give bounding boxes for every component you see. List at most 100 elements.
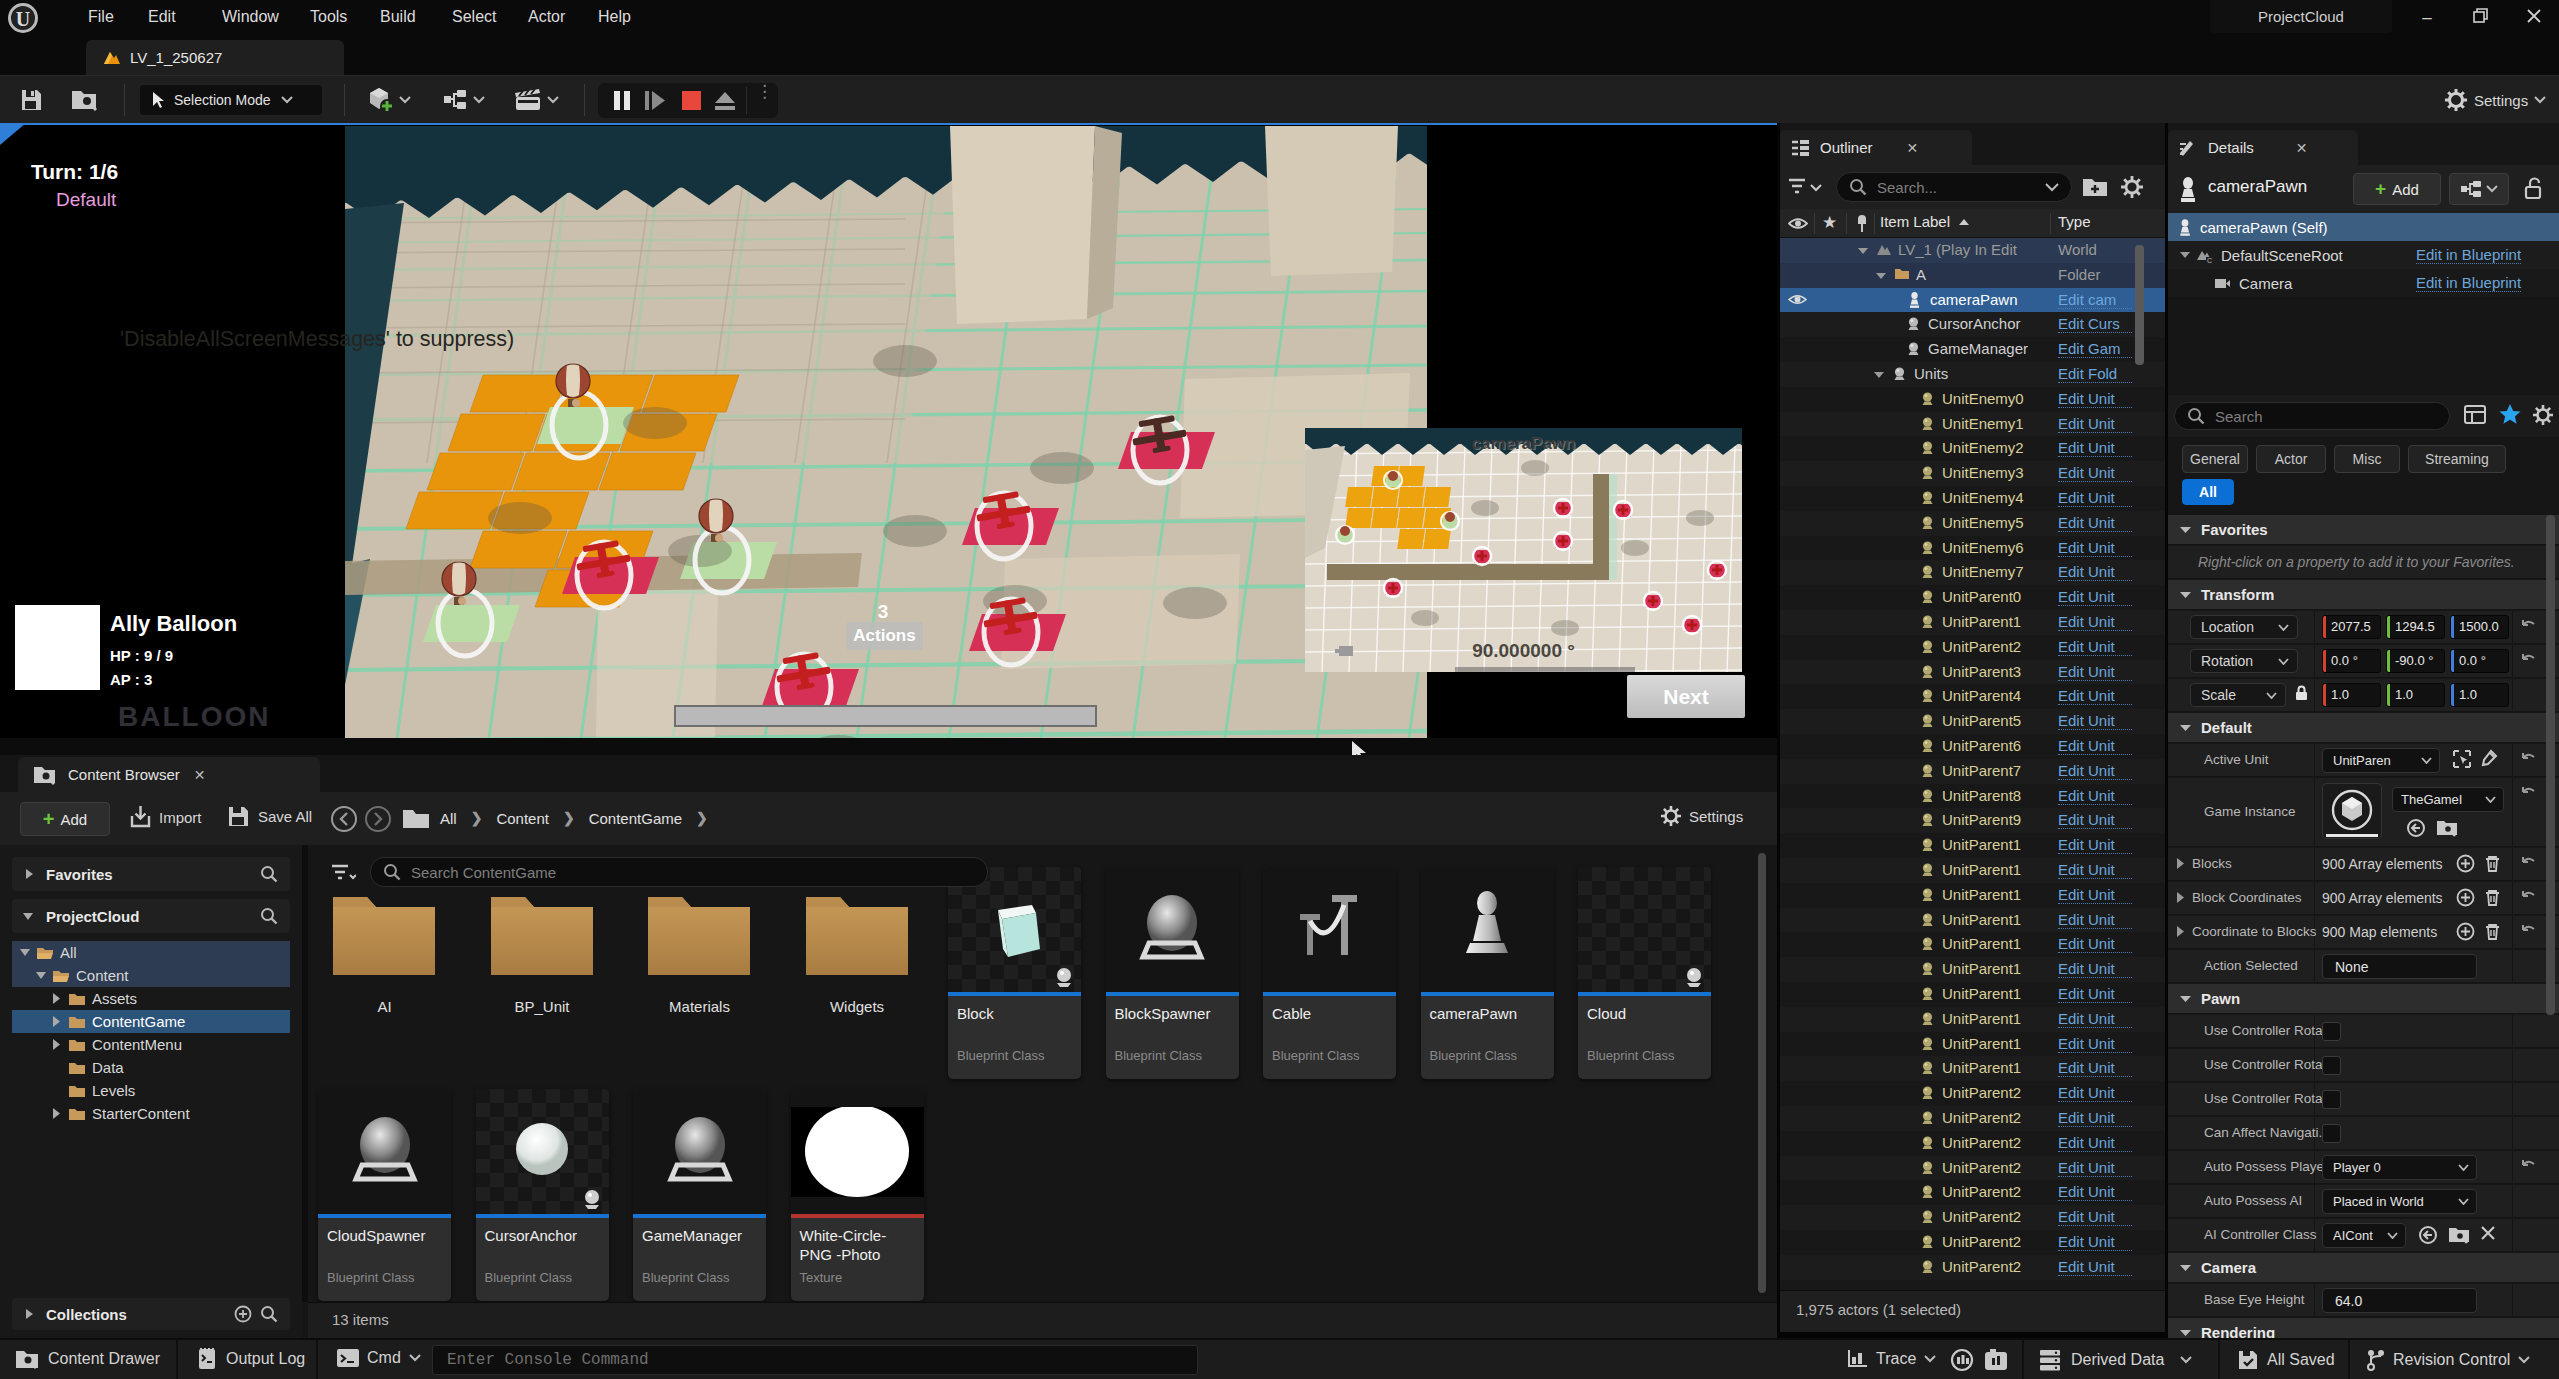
reset-to-default-icon[interactable]	[2520, 855, 2537, 870]
edit-blueprint-link[interactable]: Edit Unit	[2058, 1208, 2132, 1226]
snapshot-icon[interactable]	[1984, 1348, 2010, 1372]
section-header-default[interactable]: Default	[2168, 713, 2559, 743]
section-header-transform[interactable]: Transform	[2168, 580, 2559, 610]
viewport[interactable]: 'DisableAllScreenMessages' to suppress) …	[0, 123, 1777, 755]
pin-column-icon[interactable]	[1854, 214, 1870, 234]
forward-button[interactable]	[364, 805, 392, 833]
play-options-kebab-icon[interactable]: ⋮	[756, 88, 773, 96]
outliner-row-a[interactable]: AFolder	[1780, 263, 2165, 288]
edit-blueprint-link[interactable]: Edit Unit	[2058, 1134, 2132, 1152]
transform-scale-y[interactable]: 1.0	[2386, 683, 2445, 707]
outliner-row-unitparent1[interactable]: UnitParent1Edit Unit	[1780, 1056, 2165, 1081]
edit-blueprint-link[interactable]: Edit cam	[2058, 291, 2132, 309]
edit-blueprint-link[interactable]: Edit Unit	[2058, 1233, 2132, 1251]
favorites-star-icon[interactable]	[2498, 403, 2522, 427]
edit-blueprint-link[interactable]: Edit Fold	[2058, 365, 2132, 383]
next-button[interactable]: Next	[1627, 675, 1745, 718]
reset-to-default-icon[interactable]	[2520, 785, 2537, 800]
edit-blueprint-link[interactable]: Edit Unit	[2058, 1035, 2132, 1053]
outliner-row-unitenemy1[interactable]: UnitEnemy1Edit Unit	[1780, 412, 2165, 437]
filter-chip-general[interactable]: General	[2182, 445, 2248, 473]
edit-blueprint-link[interactable]: Edit Unit	[2058, 1258, 2132, 1276]
menu-select[interactable]: Select	[452, 8, 496, 26]
outliner-row-units[interactable]: UnitsEdit Fold	[1780, 362, 2165, 387]
browse-to-asset-icon[interactable]	[2448, 1225, 2470, 1244]
select-actor-icon[interactable]	[2452, 749, 2472, 769]
active-unit-dropdown[interactable]: UnitParen	[2322, 748, 2440, 773]
ai-controller-class-dropdown[interactable]: AICont	[2322, 1223, 2406, 1248]
asset-card-cloudspawner[interactable]: CloudSpawnerBlueprint Class	[318, 1089, 451, 1301]
asset-card-gamemanager[interactable]: GameManagerBlueprint Class	[633, 1089, 766, 1301]
outliner-row-cursoranchor[interactable]: CursorAnchorEdit Curs	[1780, 312, 2165, 337]
edit-in-blueprint-link[interactable]: Edit in Blueprint	[2416, 246, 2521, 264]
outliner-row-unitparent7[interactable]: UnitParent7Edit Unit	[1780, 759, 2165, 784]
add-button[interactable]: + Add	[20, 802, 110, 836]
derived-data-button[interactable]: Derived Data	[2038, 1348, 2192, 1372]
breadcrumb-contentgame[interactable]: ContentGame	[589, 810, 682, 827]
outliner-row-unitparent3[interactable]: UnitParent3Edit Unit	[1780, 660, 2165, 685]
folder-widgets[interactable]: Widgets	[791, 877, 924, 1092]
checkbox[interactable]	[2322, 1124, 2341, 1143]
outliner-row-unitparent1[interactable]: UnitParent1Edit Unit	[1780, 833, 2165, 858]
use-selected-icon[interactable]	[2406, 818, 2426, 838]
transform-scale-dropdown[interactable]: Scale	[2190, 683, 2286, 707]
edit-blueprint-link[interactable]: Edit Unit	[2058, 762, 2132, 780]
edit-blueprint-link[interactable]: Edit Unit	[2058, 1109, 2132, 1127]
asset-card-cloud[interactable]: CloudBlueprint Class	[1578, 867, 1711, 1079]
output-log-button[interactable]: Output Log	[196, 1347, 305, 1371]
outliner-row-unitparent8[interactable]: UnitParent8Edit Unit	[1780, 784, 2165, 809]
delete-all-icon[interactable]	[2484, 888, 2501, 907]
section-header-favorites[interactable]: Favorites	[2168, 515, 2559, 545]
outliner-row-unitparent6[interactable]: UnitParent6Edit Unit	[1780, 734, 2165, 759]
outliner-tab[interactable]: Outliner ✕	[1780, 130, 1972, 165]
outliner-scrollbar[interactable]	[2135, 245, 2144, 365]
outliner-row-unitenemy0[interactable]: UnitEnemy0Edit Unit	[1780, 387, 2165, 412]
outliner-row-unitenemy4[interactable]: UnitEnemy4Edit Unit	[1780, 486, 2165, 511]
asset-card-blockspawner[interactable]: BlockSpawnerBlueprint Class	[1106, 867, 1239, 1079]
eye-column-icon[interactable]	[1788, 216, 1808, 231]
outliner-row-unitparent2[interactable]: UnitParent2Edit Unit	[1780, 635, 2165, 660]
asset-card-cursoranchor[interactable]: CursorAnchorBlueprint Class	[476, 1089, 609, 1301]
outliner-row-unitparent1[interactable]: UnitParent1Edit Unit	[1780, 932, 2165, 957]
tree-item-startercontent[interactable]: StarterContent	[12, 1102, 290, 1125]
tree-item-data[interactable]: Data	[12, 1056, 290, 1079]
add-element-icon[interactable]	[2456, 922, 2475, 941]
scale-lock-icon[interactable]	[2294, 685, 2309, 702]
details-scrollbar[interactable]	[2546, 515, 2555, 1015]
outliner-row-unitparent9[interactable]: UnitParent9Edit Unit	[1780, 808, 2165, 833]
edit-blueprint-link[interactable]: Edit Unit	[2058, 886, 2132, 904]
tree-item-levels[interactable]: Levels	[12, 1079, 290, 1102]
unlock-icon[interactable]	[2523, 176, 2545, 202]
collapse-arrow-icon[interactable]	[1858, 247, 1868, 255]
favorites-header[interactable]: Favorites	[12, 857, 290, 891]
checkbox[interactable]	[2322, 1090, 2341, 1109]
outliner-close-icon[interactable]: ✕	[1907, 140, 1919, 156]
reset-to-default-icon[interactable]	[2520, 923, 2537, 938]
reset-to-default-icon[interactable]	[2520, 751, 2537, 766]
edit-blueprint-link[interactable]: Edit Unit	[2058, 663, 2132, 681]
outliner-row-unitparent1[interactable]: UnitParent1Edit Unit	[1780, 982, 2165, 1007]
reset-to-default-icon[interactable]	[2520, 618, 2537, 633]
save-all-button[interactable]: Save All	[226, 804, 312, 829]
folder-materials[interactable]: Materials	[633, 877, 766, 1092]
asset-card-block[interactable]: BlockBlueprint Class	[948, 867, 1081, 1079]
outliner-row-unitparent2[interactable]: UnitParent2Edit Unit	[1780, 1106, 2165, 1131]
expand-arrow-icon[interactable]	[2176, 892, 2184, 903]
reset-to-default-icon[interactable]	[2520, 1158, 2537, 1173]
cmd-selector[interactable]: Cmd	[336, 1347, 421, 1369]
chevron-down-icon[interactable]	[2045, 183, 2059, 192]
pause-button[interactable]	[611, 90, 633, 111]
folder-bp_unit[interactable]: BP_Unit	[476, 877, 609, 1092]
new-folder-icon[interactable]	[2082, 176, 2108, 198]
edit-blueprint-link[interactable]: Edit Unit	[2058, 836, 2132, 854]
toolbar-settings-button[interactable]: Settings	[2444, 88, 2546, 112]
edit-blueprint-link[interactable]: Edit Unit	[2058, 911, 2132, 929]
transform-rotation-dropdown[interactable]: Rotation	[2190, 649, 2298, 673]
browse-to-asset-icon[interactable]	[2436, 818, 2458, 837]
edit-blueprint-link[interactable]: Edit Unit	[2058, 464, 2132, 482]
close-button[interactable]	[2524, 6, 2544, 26]
transform-scale-z[interactable]: 1.0	[2450, 683, 2509, 707]
import-button[interactable]: Import	[128, 804, 202, 830]
trace-button[interactable]: Trace	[1846, 1348, 1936, 1370]
insights-icon[interactable]	[1950, 1348, 1974, 1372]
